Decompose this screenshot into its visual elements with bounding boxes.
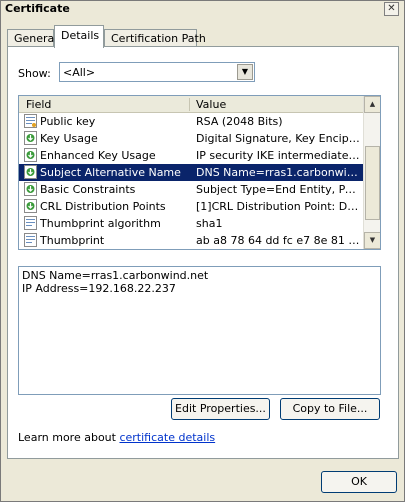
- field-name: Basic Constraints: [40, 183, 136, 196]
- field-name: Enhanced Key Usage: [40, 149, 156, 162]
- field-value: RSA (2048 Bits): [196, 115, 283, 128]
- field-name: Subject Alternative Name: [40, 166, 181, 179]
- scroll-thumb[interactable]: [365, 146, 380, 220]
- extension-field-icon: [24, 165, 37, 179]
- show-dropdown-value: <All>: [63, 66, 96, 79]
- list-item[interactable]: Public key RSA (2048 Bits): [19, 113, 363, 130]
- scroll-down-button[interactable]: ▼: [364, 232, 380, 249]
- field-value: DNS Name=rras1.carbonwind....: [196, 166, 361, 179]
- tab-details[interactable]: Details: [54, 25, 104, 48]
- certificate-field-icon: [24, 114, 37, 128]
- fields-list[interactable]: Field Value Public key RSA (2048 Bits) K…: [18, 95, 381, 250]
- show-label: Show:: [18, 67, 51, 80]
- list-item[interactable]: Thumbprint algorithm sha1: [19, 215, 363, 232]
- field-value: sha1: [196, 217, 223, 230]
- column-divider[interactable]: [189, 98, 190, 111]
- learn-more-prefix: Learn more about: [18, 431, 120, 444]
- extension-field-icon: [24, 131, 37, 145]
- list-item[interactable]: Basic Constraints Subject Type=End Entit…: [19, 181, 363, 198]
- detail-line: IP Address=192.168.22.237: [22, 282, 176, 295]
- list-item[interactable]: CRL Distribution Points [1]CRL Distribut…: [19, 198, 363, 215]
- field-value: [1]CRL Distribution Point: Distr...: [196, 200, 361, 213]
- extension-field-icon: [24, 199, 37, 213]
- list-rows: Public key RSA (2048 Bits) Key Usage Dig…: [19, 113, 363, 249]
- field-detail-textbox[interactable]: DNS Name=rras1.carbonwind.net IP Address…: [18, 266, 381, 395]
- certificate-field-icon: [24, 233, 37, 247]
- detail-line: DNS Name=rras1.carbonwind.net: [22, 269, 209, 282]
- field-name: Key Usage: [40, 132, 98, 145]
- field-value: ab a8 78 64 dd fc e7 8e 81 54 ...: [196, 234, 361, 247]
- column-header-field[interactable]: Field: [26, 98, 51, 111]
- chevron-down-icon[interactable]: ▼: [237, 64, 253, 80]
- learn-more-text: Learn more about certificate details: [18, 431, 215, 444]
- field-name: CRL Distribution Points: [40, 200, 166, 213]
- scroll-up-button[interactable]: ▲: [364, 96, 380, 113]
- close-button[interactable]: ✕: [384, 2, 399, 16]
- certificate-dialog: Certificate ✕ General Details Certificat…: [0, 0, 405, 502]
- list-scrollbar[interactable]: ▲ ▼: [363, 96, 380, 249]
- window-title: Certificate: [5, 2, 70, 15]
- show-dropdown[interactable]: <All> ▼: [59, 62, 255, 82]
- details-panel: Show: <All> ▼ Field Value Public key RSA…: [7, 46, 399, 459]
- column-header-value[interactable]: Value: [196, 98, 226, 111]
- copy-to-file-button[interactable]: Copy to File...: [280, 398, 380, 420]
- edit-properties-button[interactable]: Edit Properties...: [171, 398, 270, 420]
- certificate-details-link[interactable]: certificate details: [119, 431, 215, 444]
- list-item[interactable]: Key Usage Digital Signature, Key Enciphe…: [19, 130, 363, 147]
- title-bar[interactable]: Certificate ✕: [1, 1, 404, 17]
- extension-field-icon: [24, 148, 37, 162]
- field-value: Subject Type=End Entity, Pat...: [196, 183, 361, 196]
- list-header: Field Value: [19, 96, 363, 113]
- list-item[interactable]: Enhanced Key Usage IP security IKE inter…: [19, 147, 363, 164]
- extension-field-icon: [24, 182, 37, 196]
- field-name: Thumbprint: [40, 234, 105, 247]
- field-name: Public key: [40, 115, 96, 128]
- field-name: Thumbprint algorithm: [40, 217, 161, 230]
- certificate-field-icon: [24, 216, 37, 230]
- field-value: IP security IKE intermediate (1...: [196, 149, 361, 162]
- list-item-selected[interactable]: Subject Alternative Name DNS Name=rras1.…: [19, 164, 363, 181]
- field-value: Digital Signature, Key Encipher...: [196, 132, 361, 145]
- list-item[interactable]: Thumbprint ab a8 78 64 dd fc e7 8e 81 54…: [19, 232, 363, 249]
- ok-button[interactable]: OK: [321, 471, 397, 493]
